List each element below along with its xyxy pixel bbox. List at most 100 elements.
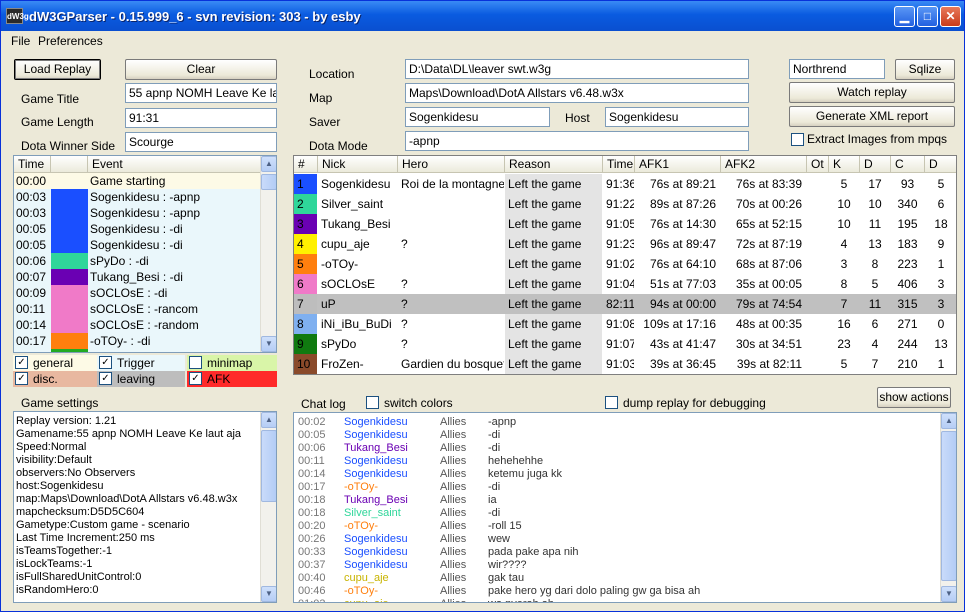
legend-general[interactable]: ✓ general — [13, 355, 99, 371]
player-cell: 76s at 89:21 — [649, 177, 716, 191]
player-cell: 13 — [934, 337, 948, 351]
player-row[interactable]: 7 uP? Left the game 82:11 94s at 00:00 79s at… — [294, 294, 956, 314]
players-header-1[interactable]: Nick — [318, 156, 398, 173]
scroll-down-icon[interactable]: ▼ — [261, 336, 276, 352]
minimize-icon[interactable]: ▁ — [894, 6, 915, 27]
legend-minimap-ping[interactable]: minimap ping — [187, 355, 277, 386]
players-header-8[interactable]: K — [829, 156, 860, 173]
chat-message: pada pake apa nih — [488, 546, 579, 558]
event-row[interactable]: 00:03 Sogenkidesu : -apnp — [14, 189, 262, 205]
chat-row: 01:03 cupu_aje Allies wa nyerah ah — [294, 598, 939, 602]
player-row[interactable]: 2 Silver_saint Left the game 91:22 89s at 87… — [294, 194, 956, 214]
player-row[interactable]: 3 Tukang_Besi Left the game 91:05 76s at 14:… — [294, 214, 956, 234]
player-cell: Left the game — [505, 214, 602, 234]
player-row[interactable]: 10 FroZen- Gardien du bosquet Left the game… — [294, 354, 956, 374]
player-row[interactable]: 8 iNi_iBu_BuDi? Left the game 91:08 109s at … — [294, 314, 956, 334]
scroll-down-icon[interactable]: ▼ — [261, 586, 276, 602]
watch-replay-button[interactable]: Watch replay — [789, 82, 955, 103]
scroll-down-icon[interactable]: ▼ — [941, 586, 956, 602]
chat-time: 00:05 — [298, 429, 326, 441]
switch-colors-checkbox[interactable] — [366, 396, 379, 409]
dota-mode-field[interactable]: -apnp — [405, 131, 749, 151]
players-table[interactable]: # Nick Hero Reason Time AFK1 AFK2 Ot K D C D 1 Sogen… — [293, 155, 957, 375]
close-icon[interactable]: ✕ — [940, 6, 961, 27]
legend-leaving[interactable]: ✓ leaving — [97, 371, 185, 387]
legend-disc-[interactable]: ✓ disc. — [13, 371, 99, 387]
chat-nick: Tukang_Besi — [344, 494, 408, 506]
scroll-thumb[interactable] — [261, 174, 276, 190]
event-row[interactable]: 00:06 sPyDo : -di — [14, 253, 262, 269]
chat-row: 00:37 Sogenkidesu Allies wir???? — [294, 559, 939, 572]
winner-side-field[interactable]: Scourge — [125, 132, 277, 152]
player-row[interactable]: 9 sPyDo? Left the game 91:07 43s at 41:47 30s… — [294, 334, 956, 354]
scroll-up-icon[interactable]: ▲ — [261, 156, 276, 172]
extract-images-checkbox[interactable] — [791, 133, 804, 146]
player-row[interactable]: 5 -oTOy- Left the game 91:02 76s at 64:10 68s… — [294, 254, 956, 274]
legend-checkbox[interactable]: ✓ — [15, 372, 28, 385]
legend-trigger[interactable]: ✓ Trigger — [97, 355, 185, 371]
scroll-thumb[interactable] — [261, 430, 276, 502]
player-row[interactable]: 4 cupu_aje? Left the game 91:23 96s at 89:47… — [294, 234, 956, 254]
maximize-icon[interactable]: □ — [917, 6, 938, 27]
players-header-0[interactable]: # — [294, 156, 318, 173]
event-row[interactable]: 00:09 sOCLOsE : -di — [14, 285, 262, 301]
legend-checkbox[interactable]: ✓ — [99, 356, 112, 369]
event-row[interactable]: 00:14 sOCLOsE : -random — [14, 317, 262, 333]
map-field[interactable]: Maps\Download\DotA Allstars v6.48.w3x — [405, 83, 749, 103]
scroll-thumb[interactable] — [941, 431, 956, 581]
players-header-3[interactable]: Reason — [505, 156, 603, 173]
players-header-7[interactable]: Ot — [807, 156, 829, 173]
show-actions-button[interactable]: show actions — [877, 387, 951, 408]
event-row[interactable]: 00:07 Tukang_Besi : -di — [14, 269, 262, 285]
player-cell: Left the game — [505, 274, 602, 294]
event-row[interactable]: 00:05 Sogenkidesu : -di — [14, 237, 262, 253]
player-row[interactable]: 6 sOCLOsE? Left the game 91:04 51s at 77:03 3… — [294, 274, 956, 294]
legend-checkbox[interactable]: ✓ — [189, 372, 202, 385]
legend-afk[interactable]: ✓ AFK — [187, 371, 277, 387]
legend-checkbox[interactable]: ✓ — [15, 356, 28, 369]
game-settings-box[interactable]: Replay version: 1.21 Gamename:55 apnp NOM… — [13, 411, 277, 603]
players-header-5[interactable]: AFK1 — [635, 156, 721, 173]
players-header-2[interactable]: Hero — [398, 156, 505, 173]
menu-file[interactable]: File — [11, 34, 30, 48]
player-row[interactable]: 1 Sogenkidesu Roi de la montagne Left the g… — [294, 174, 956, 194]
player-cell: 1 — [937, 357, 945, 371]
menu-preferences[interactable]: Preferences — [38, 34, 103, 48]
legend-checkbox[interactable]: ✓ — [99, 372, 112, 385]
event-row[interactable]: 00:17 -oTOy- : -di — [14, 333, 262, 349]
events-list[interactable]: Time Event 00:00 Game starting 00:03 Sogenk… — [13, 155, 277, 353]
sqlize-button[interactable]: Sqlize — [895, 59, 955, 80]
players-header-10[interactable]: C — [891, 156, 925, 173]
map-name-field[interactable]: Northrend — [789, 59, 885, 79]
game-length-field[interactable]: 91:31 — [125, 108, 277, 128]
event-row[interactable]: 00:11 sOCLOsE : -rancom — [14, 301, 262, 317]
load-replay-button[interactable]: Load Replay — [14, 59, 101, 80]
events-header-color[interactable] — [51, 156, 88, 173]
dump-replay-checkbox[interactable] — [605, 396, 618, 409]
game-title-field[interactable]: 55 apnp NOMH Leave Ke laut — [125, 83, 277, 103]
saver-field[interactable]: Sogenkidesu — [405, 107, 550, 127]
host-field[interactable]: Sogenkidesu — [605, 107, 749, 127]
players-header-11[interactable]: D — [925, 156, 956, 173]
settings-scrollbar[interactable]: ▲ ▼ — [260, 412, 276, 602]
generate-xml-button[interactable]: Generate XML report — [789, 106, 955, 127]
player-cell: Sogenkidesu — [321, 177, 391, 191]
players-header-6[interactable]: AFK2 — [721, 156, 807, 173]
location-field[interactable]: D:\Data\DL\leaver swt.w3g — [405, 59, 749, 79]
event-row[interactable]: 00:00 Game starting — [14, 173, 262, 189]
clear-button[interactable]: Clear — [125, 59, 277, 80]
event-row[interactable]: 00:03 Sogenkidesu : -apnp — [14, 205, 262, 221]
events-header-event[interactable]: Event — [88, 156, 262, 173]
players-header-4[interactable]: Time — [603, 156, 635, 173]
event-row[interactable]: 00:05 Sogenkidesu : -di — [14, 221, 262, 237]
events-scrollbar[interactable]: ▲ ▼ — [260, 156, 276, 352]
players-header-9[interactable]: D — [860, 156, 891, 173]
event-row[interactable]: 00:18 Silver_saint : -di — [14, 349, 262, 352]
chat-time: 00:26 — [298, 533, 326, 545]
chat-scrollbar[interactable]: ▲ ▼ — [940, 413, 956, 602]
scroll-up-icon[interactable]: ▲ — [261, 412, 276, 428]
chat-log-box[interactable]: 00:02 Sogenkidesu Allies -apnp 00:05 Sogenkid… — [293, 412, 957, 603]
events-header-time[interactable]: Time — [14, 156, 51, 173]
legend-checkbox[interactable] — [189, 356, 202, 369]
scroll-up-icon[interactable]: ▲ — [941, 413, 956, 429]
